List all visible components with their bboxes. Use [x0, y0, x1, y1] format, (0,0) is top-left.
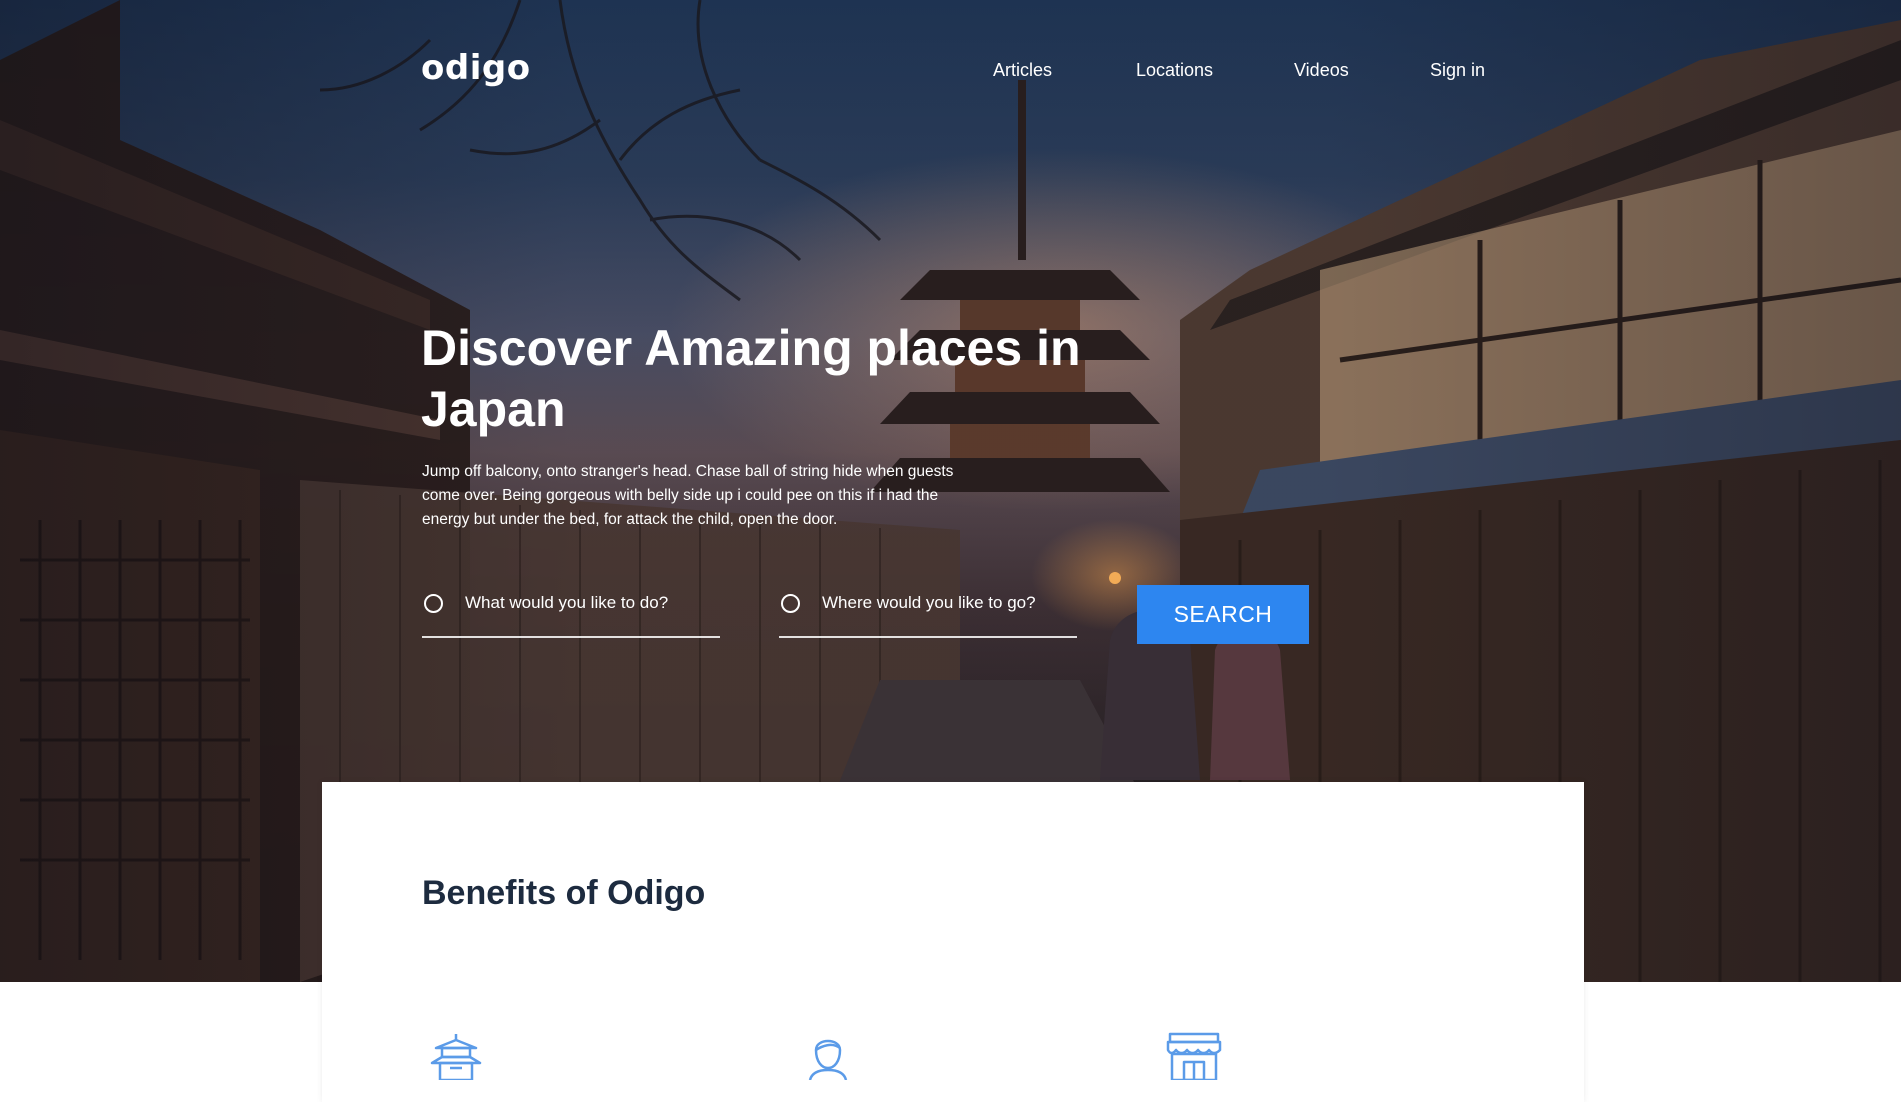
nav-sign-in[interactable]: Sign in — [1430, 60, 1485, 81]
benefits-title: Benefits of Odigo — [422, 874, 706, 912]
hero-title: Discover Amazing places in Japan — [421, 320, 1081, 437]
radio-icon[interactable] — [781, 594, 800, 613]
search-button[interactable]: SEARCH — [1137, 585, 1309, 644]
person-icon — [808, 1039, 848, 1080]
benefits-card: Benefits of Odigo — [322, 782, 1584, 1102]
activity-field — [422, 588, 720, 638]
nav-videos[interactable]: Videos — [1294, 60, 1349, 81]
destination-input[interactable] — [822, 588, 1072, 618]
shop-icon — [1166, 1032, 1222, 1080]
hero-description: Jump off balcony, onto stranger's head. … — [422, 463, 954, 528]
nav-articles[interactable]: Articles — [993, 60, 1052, 81]
activity-input[interactable] — [465, 588, 715, 618]
pagoda-icon — [430, 1034, 482, 1080]
nav-locations[interactable]: Locations — [1136, 60, 1213, 81]
destination-field — [779, 588, 1077, 638]
radio-icon[interactable] — [424, 594, 443, 613]
top-nav: Articles Locations Videos Sign in — [0, 60, 1901, 90]
